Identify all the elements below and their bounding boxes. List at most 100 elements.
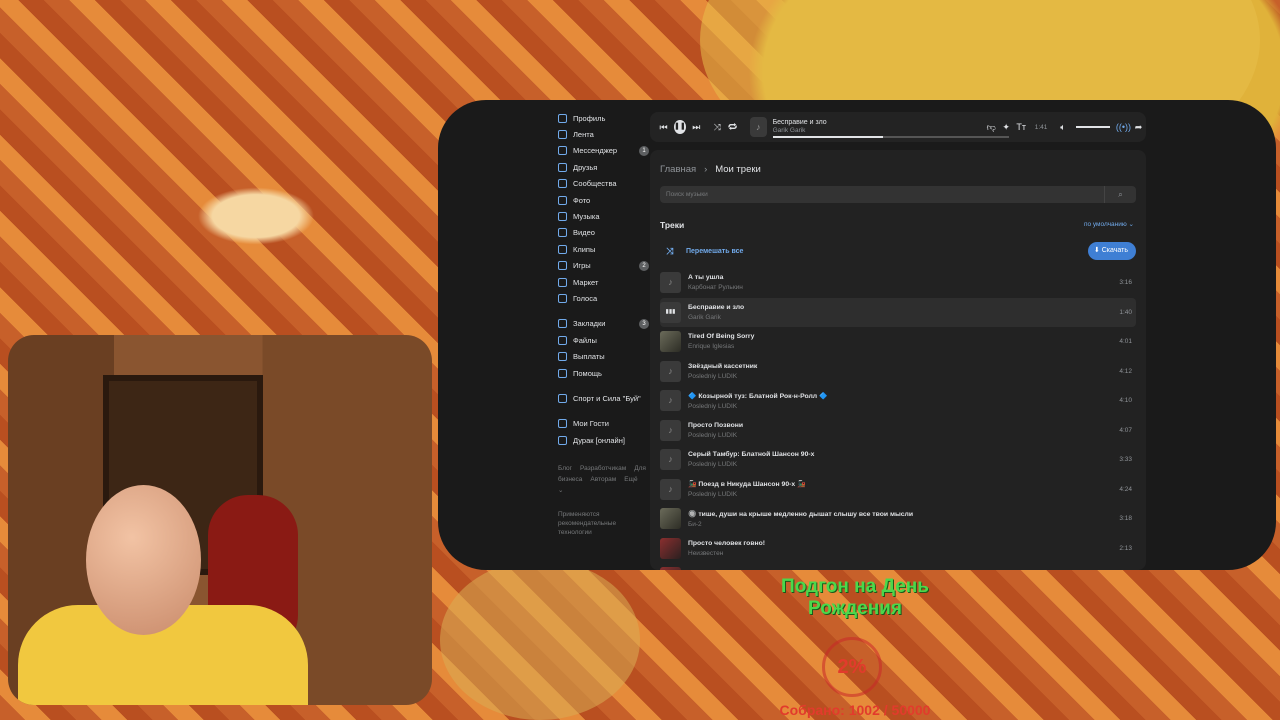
music-note-icon[interactable]: ♪ (660, 478, 681, 500)
sparkle-icon[interactable]: ✦ (999, 122, 1014, 133)
music-note-icon[interactable]: ♪ (660, 449, 681, 471)
repeat-icon[interactable]: 🔁︎ (725, 121, 740, 134)
track-artist[interactable]: Posledniy LUDIK (688, 403, 827, 410)
track-artist[interactable]: Posledniy LUDIK (688, 373, 757, 380)
sidebar-item[interactable]: Сообщества (558, 176, 648, 192)
vk-window: Профиль Лента Мессенджер 1 Друзья Сообщества Ф… (438, 100, 1276, 570)
footer-link-authors[interactable]: Авторам (590, 476, 616, 483)
sidebar-item[interactable]: Файлы (558, 332, 648, 348)
donation-progress: 2% (822, 637, 882, 697)
track-artist[interactable]: Posledniy LUDIK (688, 432, 743, 439)
sidebar-item[interactable]: Игры 2 (558, 258, 649, 274)
track-row[interactable]: ♪ 🚂 Поезд в Никуда Шансон 90-х 🚂 Posledniy… (660, 475, 1136, 505)
track-list: ♪ А ты ушла Карбонат Рулькин 3:16 ▮▮▮ Бесправ… (660, 268, 1136, 570)
track-artist[interactable]: Би-2 (688, 521, 913, 528)
sidebar-item-label: Профиль (573, 113, 606, 123)
download-button[interactable]: ⬇ Скачать (1087, 242, 1136, 260)
sidebar-item[interactable]: Помощь (558, 365, 648, 381)
track-title[interactable]: А ты ушла (688, 274, 743, 281)
sidebar-item[interactable]: Видео (558, 225, 648, 241)
volume-slider[interactable] (1076, 126, 1110, 128)
music-note-icon[interactable]: ♪ (660, 390, 681, 412)
track-title[interactable]: Просто человек говно! (688, 540, 765, 547)
track-cover[interactable] (660, 567, 681, 570)
now-playing-title[interactable]: Бесправие и зло (773, 119, 827, 126)
track-artist[interactable]: Garik Garik (688, 314, 744, 321)
track-duration: 4:01 (1119, 338, 1132, 346)
track-row[interactable]: Я не буду ждать тебя [Я не стану ждать н… (660, 563, 1136, 570)
music-note-icon[interactable]: ♪ (660, 419, 681, 441)
track-row[interactable]: Просто человек говно! Неизвестен 2:13 (660, 534, 1136, 564)
track-title[interactable]: Звёздный кассетник (688, 363, 757, 370)
track-artist[interactable]: Карбонат Рулькин (688, 284, 743, 291)
shuffle-icon[interactable]: ⤨ (710, 122, 725, 133)
track-title[interactable]: 🔘 тише, души на крыше медленно дышат слы… (688, 510, 913, 518)
sidebar-item[interactable]: Фото (558, 192, 648, 208)
sidebar-item-label: Видео (573, 228, 595, 238)
track-title[interactable]: Бесправие и зло (688, 304, 744, 311)
track-title[interactable]: Просто Позвони (688, 422, 743, 429)
audio-player: ⏮ ❚❚ ⏭ ⤨ 🔁︎ ♪ Бесправие и зло Garik Gari… (650, 112, 1146, 142)
music-note-icon[interactable]: ♪ (660, 360, 681, 382)
music-note-icon[interactable]: ♪ (660, 272, 681, 294)
pause-button[interactable]: ❚❚ (674, 120, 686, 134)
track-duration: 4:07 (1119, 426, 1132, 434)
count-badge: 1 (639, 145, 649, 156)
footer-link-devs[interactable]: Разработчикам (580, 465, 626, 472)
sidebar-item[interactable]: Спорт и Сила "Буй" (558, 390, 648, 406)
track-row[interactable]: ♪ А ты ушла Карбонат Рулькин 3:16 (660, 268, 1136, 298)
track-row[interactable]: ♪ Просто Позвони Posledniy LUDIK 4:07 (660, 416, 1136, 446)
sidebar-item-label: Музыка (573, 212, 600, 222)
sidebar-item[interactable]: Закладки 3 (558, 316, 649, 332)
breadcrumb-home[interactable]: Главная (660, 164, 696, 175)
next-icon[interactable]: ⏭ (689, 122, 704, 133)
shuffle-all-button[interactable]: ⤨ Перемешать все (660, 246, 743, 257)
sidebar-item[interactable]: Профиль (558, 110, 648, 126)
sidebar-item[interactable]: Клипы (558, 241, 648, 257)
track-cover[interactable] (660, 537, 681, 559)
track-title[interactable]: 🔷 Козырной туз: Блатной Рок-н-Ролл 🔷 (688, 392, 827, 400)
track-row[interactable]: ♪ Серый Тамбур: Блатной Шансон 90-х Posled… (660, 445, 1136, 475)
track-row[interactable]: 🔘 тише, души на крыше медленно дышат слы… (660, 504, 1136, 534)
track-cover[interactable] (660, 331, 681, 353)
progress-bar[interactable] (772, 136, 1009, 138)
previous-icon[interactable]: ⏮ (656, 122, 671, 133)
sidebar-item[interactable]: Голоса (558, 290, 648, 306)
sidebar-item[interactable]: Музыка (558, 208, 648, 224)
track-artist[interactable]: Posledniy LUDIK (688, 491, 806, 498)
track-artist[interactable]: Posledniy LUDIK (688, 461, 814, 468)
track-row[interactable]: Tired Of Being Sorry Enrique Iglesias 4:01 (660, 327, 1136, 357)
track-title[interactable]: Tired Of Being Sorry (688, 333, 754, 340)
share-icon[interactable]: ➦ (1131, 122, 1146, 133)
sidebar-item[interactable]: Мои Гости (558, 416, 648, 432)
track-title[interactable]: 🚂 Поезд в Никуда Шансон 90-х 🚂 (688, 480, 806, 488)
track-cover[interactable] (660, 508, 681, 530)
footer-links: Блог Разработчикам Для бизнеса Авторам Ещё ⌄ (558, 463, 646, 496)
sidebar-item[interactable]: Друзья (558, 159, 648, 175)
sort-dropdown[interactable]: по умолчанию ⌄ (1084, 220, 1134, 228)
now-playing-artist[interactable]: Garik Garik (773, 127, 806, 134)
sidebar-item[interactable]: Маркет (558, 274, 648, 290)
search-input[interactable]: Поиск музыки ⌕ (660, 186, 1136, 203)
lyrics-icon[interactable]: Tт (1014, 122, 1029, 132)
track-artist[interactable]: Enrique Iglesias (688, 343, 754, 350)
track-row[interactable]: ▮▮▮ Бесправие и зло Garik Garik 1:40 (660, 297, 1136, 327)
track-title[interactable]: Серый Тамбур: Блатной Шансон 90-х (688, 451, 814, 458)
breadcrumb: Главная › Мои треки (660, 164, 761, 175)
volume-icon[interactable]: 🔈︎ (1055, 122, 1070, 133)
sidebar-item[interactable]: Лента (558, 126, 648, 142)
track-row[interactable]: ♪ Звёздный кассетник Posledniy LUDIK 4:12 (660, 357, 1136, 387)
sidebar-item[interactable]: Мессенджер 1 (558, 143, 649, 159)
recommendation-note[interactable]: Применяются рекомендательные технологии (558, 510, 628, 537)
dislike-icon[interactable]: 👎︎ (984, 122, 999, 133)
sidebar-item[interactable]: Выплаты (558, 348, 648, 364)
download-icon: ⬇ (1093, 247, 1100, 254)
track-artist[interactable]: Неизвестен (688, 550, 765, 557)
equalizer-icon[interactable]: ▮▮▮ (660, 301, 681, 323)
footer-link-blog[interactable]: Блог (558, 465, 572, 472)
sidebar-item[interactable]: Дурак [онлайн] (558, 432, 648, 448)
track-info: Серый Тамбур: Блатной Шансон 90-х Posledn… (688, 451, 814, 468)
search-icon[interactable]: ⌕ (1104, 186, 1136, 203)
broadcast-icon[interactable]: ((•)) (1116, 122, 1131, 132)
track-row[interactable]: ♪ 🔷 Козырной туз: Блатной Рок-н-Ролл 🔷 Pos… (660, 386, 1136, 416)
